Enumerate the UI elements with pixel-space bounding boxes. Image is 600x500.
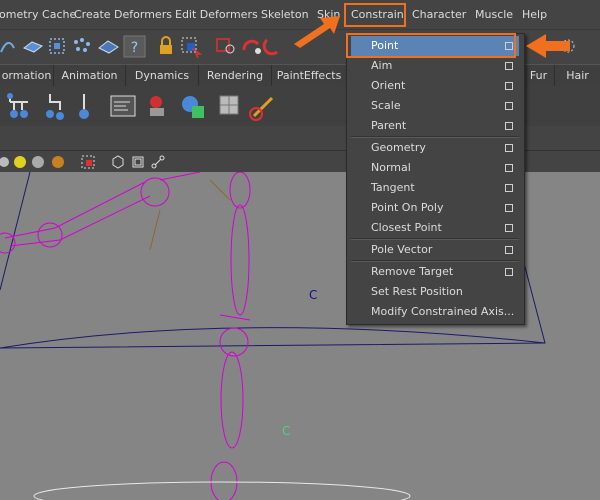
option-box-icon[interactable] bbox=[505, 62, 513, 70]
cube-icon[interactable] bbox=[110, 154, 126, 170]
option-box-icon[interactable] bbox=[505, 246, 513, 254]
menu-item-label: Remove Target bbox=[371, 265, 454, 278]
menu-geometry-cache[interactable]: ometry Cache bbox=[0, 0, 76, 29]
lattice-icon[interactable] bbox=[214, 90, 248, 124]
menu-item-closest-point[interactable]: Closest Point bbox=[351, 218, 519, 238]
xray-joints-icon[interactable] bbox=[150, 154, 166, 170]
tab-hair[interactable]: Hair bbox=[555, 65, 600, 86]
menu-item-label: Orient bbox=[371, 79, 406, 92]
menu-item-label: Parent bbox=[371, 119, 407, 132]
snap-curve-icon[interactable] bbox=[45, 34, 70, 59]
tab-painteffects[interactable]: PaintEffects bbox=[272, 65, 347, 86]
help-icon[interactable]: ? bbox=[122, 34, 147, 59]
cluster-handle-label[interactable]: C bbox=[282, 424, 290, 438]
option-box-icon[interactable] bbox=[505, 184, 513, 192]
isolate-select-icon[interactable] bbox=[80, 154, 96, 170]
menu-item-label: Point On Poly bbox=[371, 201, 444, 214]
tab-deformation[interactable]: ormation bbox=[0, 65, 54, 86]
option-box-icon[interactable] bbox=[505, 268, 513, 276]
menu-item-label: Normal bbox=[371, 161, 411, 174]
snap-point-icon[interactable] bbox=[70, 34, 95, 59]
menu-item-orient[interactable]: Orient bbox=[351, 76, 519, 96]
menu-item-remove-target[interactable]: Remove Target bbox=[351, 262, 519, 282]
lock-icon[interactable] bbox=[154, 34, 179, 59]
tab-fur[interactable]: Fur bbox=[523, 65, 555, 86]
menu-item-pole-vector[interactable]: Pole Vector bbox=[351, 240, 519, 260]
menu-item-modify-constrained-axis[interactable]: Modify Constrained Axis... bbox=[351, 302, 519, 322]
ipr-icon[interactable] bbox=[262, 34, 287, 59]
arrow-icon bbox=[294, 16, 340, 48]
xray-icon[interactable] bbox=[130, 154, 146, 170]
paint-weights-icon[interactable] bbox=[246, 90, 280, 124]
menu-item-label: Modify Constrained Axis... bbox=[371, 305, 515, 318]
tab-animation[interactable]: Animation bbox=[54, 65, 126, 86]
menu-character[interactable]: Character bbox=[412, 0, 466, 29]
tab-dynamics[interactable]: Dynamics bbox=[126, 65, 199, 86]
menu-item-label: Geometry bbox=[371, 141, 426, 154]
menu-help[interactable]: Help bbox=[522, 0, 547, 29]
menu-item-label: Scale bbox=[371, 99, 401, 112]
menu-item-label: Set Rest Position bbox=[371, 285, 463, 298]
option-box-icon[interactable] bbox=[505, 102, 513, 110]
tab-rendering[interactable]: Rendering bbox=[199, 65, 272, 86]
arrow-icon bbox=[526, 34, 570, 58]
menu-create-deformers[interactable]: Create Deformers bbox=[74, 0, 172, 29]
snap-view-icon[interactable] bbox=[96, 34, 121, 59]
menu-item-set-rest-position[interactable]: Set Rest Position bbox=[351, 282, 519, 302]
bind-skin-icon[interactable] bbox=[144, 90, 178, 124]
menu-item-aim[interactable]: Aim bbox=[351, 56, 519, 76]
menu-muscle[interactable]: Muscle bbox=[475, 0, 513, 29]
option-box-icon[interactable] bbox=[505, 204, 513, 212]
menu-edit-deformers[interactable]: Edit Deformers bbox=[175, 0, 258, 29]
snap-grid-icon[interactable] bbox=[20, 34, 45, 59]
select-icon[interactable] bbox=[178, 34, 203, 59]
menu-item-label: Tangent bbox=[371, 181, 415, 194]
cluster-handle-label[interactable]: C bbox=[309, 288, 317, 302]
smooth-bind-icon[interactable] bbox=[178, 90, 212, 124]
menu-item-label: Pole Vector bbox=[371, 243, 433, 256]
option-box-icon[interactable] bbox=[505, 144, 513, 152]
ik-spline-icon[interactable] bbox=[72, 90, 106, 124]
menu-item-geometry[interactable]: Geometry bbox=[351, 138, 519, 158]
default-light-icon[interactable] bbox=[30, 154, 46, 170]
menu-item-normal[interactable]: Normal bbox=[351, 158, 519, 178]
svg-text:?: ? bbox=[131, 40, 138, 56]
constrain-menu-highlight bbox=[344, 3, 406, 27]
menu-item-label: Aim bbox=[371, 59, 393, 72]
menu-item-scale[interactable]: Scale bbox=[351, 96, 519, 116]
menu-item-parent[interactable]: Parent bbox=[351, 116, 519, 136]
option-box-icon[interactable] bbox=[505, 82, 513, 90]
option-box-icon[interactable] bbox=[505, 164, 513, 172]
textured-icon[interactable] bbox=[50, 154, 66, 170]
menu-item-point-on-poly[interactable]: Point On Poly bbox=[351, 198, 519, 218]
construction-history-icon[interactable] bbox=[214, 34, 239, 59]
menu-item-label: Closest Point bbox=[371, 221, 442, 234]
menu-item-tangent[interactable]: Tangent bbox=[351, 178, 519, 198]
option-box-icon[interactable] bbox=[505, 122, 513, 130]
joint-tool-icon[interactable] bbox=[2, 90, 36, 124]
outliner-icon[interactable] bbox=[108, 90, 142, 124]
point-item-highlight bbox=[346, 33, 516, 58]
ik-handle-icon[interactable] bbox=[38, 90, 72, 124]
constrain-menu: Point Aim Orient Scale Parent Geometry N… bbox=[346, 33, 525, 325]
smooth-shade-icon[interactable] bbox=[12, 154, 28, 170]
option-box-icon[interactable] bbox=[505, 224, 513, 232]
